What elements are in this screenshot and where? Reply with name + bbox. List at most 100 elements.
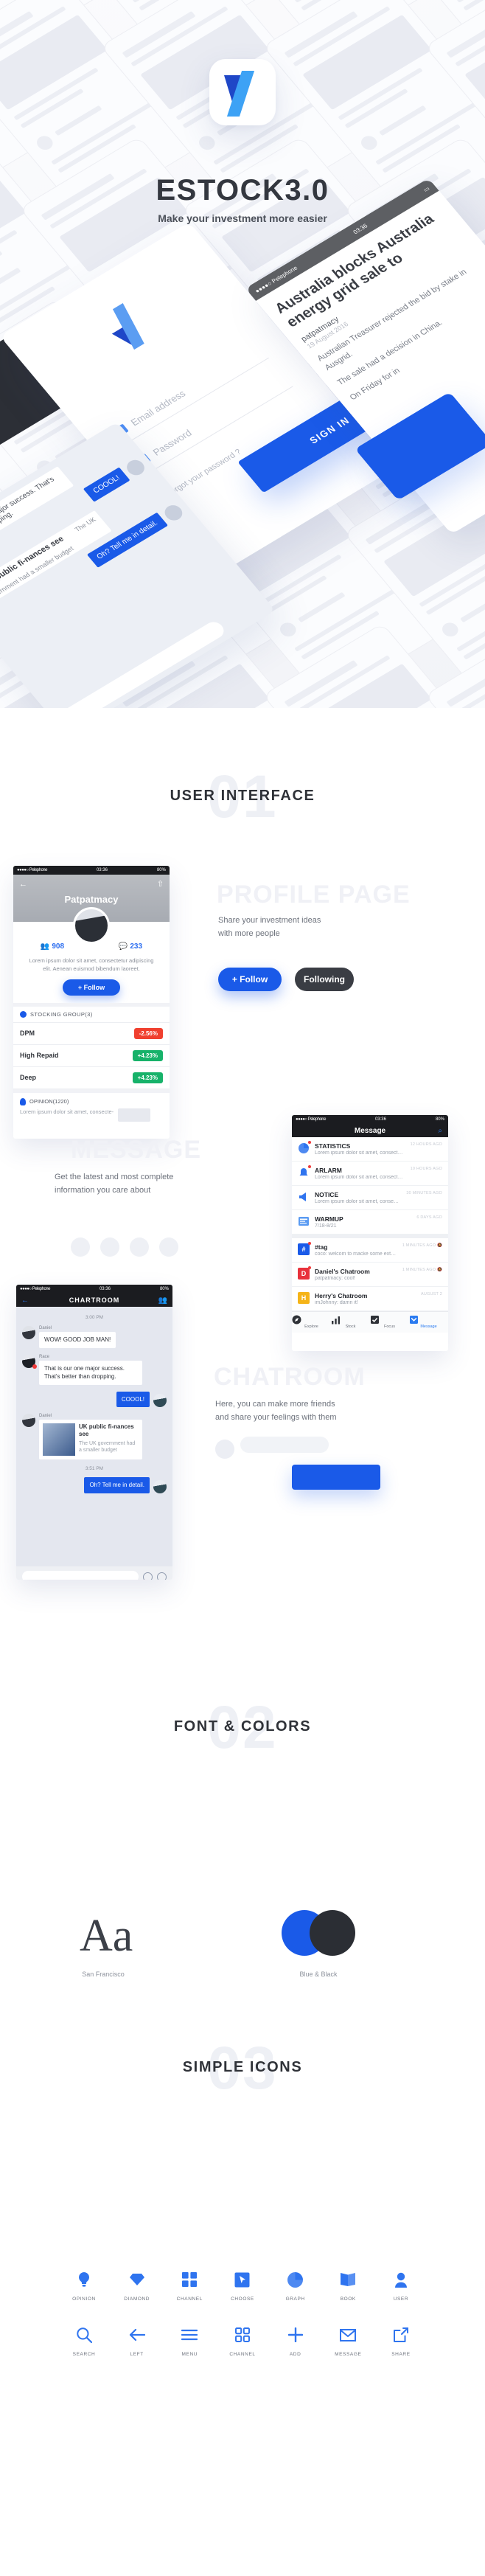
list-item[interactable]: NOTICE Lorem ipsum dolor sit amet, conse… — [292, 1186, 448, 1210]
timestamp: 30 MINUTES AGO — [406, 1191, 442, 1195]
table-row[interactable]: High Repaid +4.23% — [13, 1045, 170, 1067]
list-item-title: NOTICE — [315, 1191, 339, 1198]
icon-cell-choose[interactable]: CHOOSE — [220, 2268, 265, 2302]
icon-cell-channel[interactable]: CHANNEL — [220, 2324, 265, 2357]
search-icon[interactable]: ⌕ — [438, 1127, 442, 1135]
icon-label: CHANNEL — [176, 2296, 203, 2302]
icon-label: OPINION — [72, 2296, 96, 2302]
unread-dot — [308, 1242, 311, 1245]
icon-cell-opinion[interactable]: OPINION — [62, 2268, 106, 2302]
share-icon[interactable]: ⇧ — [157, 879, 164, 889]
message-phone-mockup: ●●●●○ Pelephone 03:36 80% Message ⌕ STAT… — [292, 1115, 448, 1351]
tab-stock[interactable]: Stock — [331, 1312, 370, 1333]
icon-cell-add[interactable]: ADD — [273, 2324, 318, 2357]
comments-count: 233 — [130, 942, 143, 951]
tab-label: Focus — [384, 1325, 395, 1329]
opinion-row[interactable]: Lorem ipsum dolor sit amet, consecte- — [13, 1108, 170, 1122]
cloud-icon — [100, 1237, 119, 1257]
bulb-icon — [20, 1097, 26, 1105]
avatar — [73, 907, 110, 944]
status-carrier: ●●●●○ Pelephone — [17, 868, 47, 872]
chat-news-card[interactable]: UK public fi-nances see The UK governmen… — [39, 1420, 142, 1460]
user-group-icon[interactable]: 👥 — [158, 1296, 167, 1305]
pie-chart-icon — [298, 1141, 311, 1154]
list-item[interactable]: WARMUP 7/18-8/21 6 DAYS AGO — [292, 1210, 448, 1235]
status-battery: 80% — [156, 868, 166, 872]
icon-label: MESSAGE — [335, 2352, 362, 2357]
tab-explore[interactable]: Explore — [292, 1312, 331, 1333]
status-carrier: ●●●●○ Pelephone — [20, 1287, 50, 1291]
password-placeholder: Password — [150, 427, 195, 458]
avatar: H — [298, 1292, 310, 1304]
chat-news-image — [43, 1423, 75, 1457]
ghost-label-message: MESSAGE — [71, 1136, 202, 1164]
stocking-group-header: STOCKING GROUP(3) — [13, 1007, 170, 1023]
list-item[interactable]: H Herry's Chatroom imJohnny: damn it! AU… — [292, 1287, 448, 1311]
arrow-left-icon[interactable]: ← — [21, 1296, 29, 1305]
icon-cell-user[interactable]: USER — [379, 2268, 423, 2302]
message-list: STATISTICS Lorem ipsum dolor sit amet, c… — [292, 1137, 448, 1311]
profile-phone-mockup: ●●●●○ Pelephone 03:36 80% ← ⇧ Patpatmacy… — [13, 866, 170, 1139]
status-time: 03:36 — [352, 222, 369, 235]
comments-stat[interactable]: 💬 233 — [119, 942, 142, 951]
icon-row-outline: SEARCH LEFT MENU CHANNEL ADD MESSAGE SHA… — [62, 2324, 423, 2357]
status-bar: ●●●●○ Pelephone 03:36 80% — [13, 866, 170, 875]
list-item[interactable]: D Daniel's Chatroom patpatmacy: cool! 1 … — [292, 1263, 448, 1287]
ui-showcase-section: ●●●●○ Pelephone 03:36 80% ← ⇧ Patpatmacy… — [0, 827, 485, 1624]
icon-cell-channel[interactable]: CHANNEL — [167, 2268, 212, 2302]
plus-circle-icon[interactable] — [143, 1572, 153, 1580]
bottom-tab-bar: Explore Stock Focus Message — [292, 1311, 448, 1333]
avatar — [153, 1479, 167, 1493]
profile-bio: Lorem ipsum dolor sit amet, consectetur … — [29, 957, 154, 973]
tab-focus[interactable]: Focus — [370, 1312, 409, 1333]
chat-text-input[interactable] — [22, 1571, 139, 1580]
book-icon — [326, 2268, 370, 2291]
tab-label: Stock — [345, 1325, 356, 1329]
avatar — [123, 456, 148, 479]
icon-cell-book[interactable]: BOOK — [326, 2268, 370, 2302]
search-icon — [62, 2324, 106, 2346]
chatroom-blurb-text: Here, you can make more friends and share… — [215, 1400, 337, 1422]
avatar-letter: D — [298, 1268, 310, 1280]
unread-dot — [308, 1141, 311, 1144]
smiley-icon[interactable] — [157, 1572, 167, 1580]
table-row[interactable]: DPM -2.56% — [13, 1023, 170, 1045]
icon-row-filled: OPINION DIAMOND CHANNEL CHOOSE GRAPH BOO… — [62, 2268, 423, 2302]
chat-bubble: WOW! GOOD JOB MAN! — [39, 1332, 116, 1348]
avatar — [22, 1326, 35, 1339]
section-title: USER INTERFACE — [170, 788, 315, 804]
icon-cell-menu[interactable]: MENU — [167, 2324, 212, 2357]
list-item[interactable]: # #tag coco: welcom to macke some extra … — [292, 1238, 448, 1263]
list-item[interactable]: ARLARM Lorem ipsum dolor sit amet, conse… — [292, 1162, 448, 1186]
chat-sender: Race — [39, 1354, 50, 1359]
follow-button[interactable]: + Follow — [63, 979, 120, 996]
status-time: 03:36 — [374, 1117, 386, 1122]
timestamp: 1 MINUTES AGO 🔕 — [402, 1268, 442, 1272]
app-logo-icon — [209, 59, 276, 125]
timestamp: 6 DAYS AGO — [416, 1215, 442, 1220]
table-row[interactable]: Deep +4.23% — [13, 1067, 170, 1089]
list-item-subtitle: coco: welcom to macke some extra money..… — [315, 1251, 397, 1257]
avatar-letter: H — [298, 1292, 310, 1304]
diamond-icon — [115, 2268, 159, 2291]
icon-cell-left[interactable]: LEFT — [115, 2324, 159, 2357]
chat-bubble: That is our one major success. That's be… — [39, 1360, 142, 1385]
list-item-subtitle: Lorem ipsum dolor sit amet, consectetur … — [315, 1150, 405, 1156]
arrow-left-icon[interactable]: ← — [19, 880, 27, 889]
icon-cell-search[interactable]: SEARCH — [62, 2324, 106, 2357]
status-bar: ●●●●○ Pelephone 03:36 80% — [292, 1115, 448, 1124]
avatar — [161, 502, 186, 524]
message-blurb: Get the latest and most complete informat… — [55, 1171, 246, 1197]
follow-button-large[interactable]: + Follow — [218, 968, 282, 991]
check-icon — [370, 1315, 409, 1325]
icon-cell-graph[interactable]: GRAPH — [273, 2268, 318, 2302]
following-button-large[interactable]: Following — [295, 968, 354, 991]
icon-cell-share[interactable]: SHARE — [379, 2324, 423, 2357]
icon-cell-message[interactable]: MESSAGE — [326, 2324, 370, 2357]
icon-cell-diamond[interactable]: DIAMOND — [115, 2268, 159, 2302]
followers-stat[interactable]: 👥 908 — [41, 942, 64, 951]
tab-message[interactable]: Message — [409, 1312, 448, 1333]
icon-label: CHOOSE — [231, 2296, 254, 2302]
timestamp: 10 HOURS AGO — [410, 1167, 442, 1171]
list-item[interactable]: STATISTICS Lorem ipsum dolor sit amet, c… — [292, 1137, 448, 1162]
